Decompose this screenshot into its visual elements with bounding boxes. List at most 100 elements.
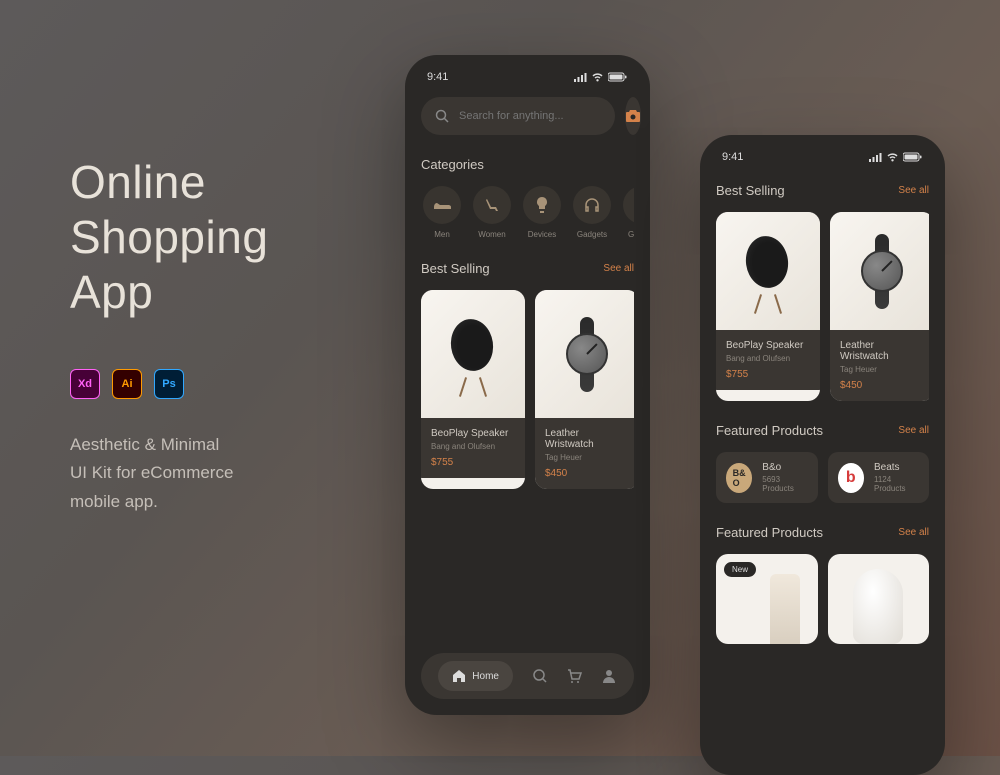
headphones-icon xyxy=(584,197,600,213)
product-card-speaker[interactable]: BeoPlay Speaker Bang and Olufsen $755 xyxy=(421,290,525,489)
new-badge: New xyxy=(724,562,756,577)
product-brand: Bang and Olufsen xyxy=(726,354,810,363)
search-bar[interactable] xyxy=(421,97,615,135)
see-all-link[interactable]: See all xyxy=(898,527,929,538)
product-image xyxy=(853,569,903,644)
camera-button[interactable] xyxy=(625,97,641,135)
adobe-ps-icon: Ps xyxy=(154,369,184,399)
categories-title: Categories xyxy=(421,157,484,172)
status-bar: 9:41 xyxy=(405,55,650,93)
title-line-1: Online xyxy=(70,155,370,210)
product-brand: Bang and Olufsen xyxy=(431,442,515,451)
search-input[interactable] xyxy=(459,110,601,122)
status-bar: 9:41 xyxy=(700,135,945,173)
featured-products-title: Featured Products xyxy=(716,525,823,540)
phone-mockup-1: 9:41 Categories Men Women Devices Gadget… xyxy=(405,55,650,715)
see-all-link[interactable]: See all xyxy=(898,425,929,436)
heel-icon xyxy=(484,197,500,213)
product-price: $450 xyxy=(840,380,924,391)
watch-image xyxy=(857,234,907,309)
product-brand: Tag Heuer xyxy=(545,453,629,462)
category-label: Men xyxy=(434,230,450,239)
best-selling-section: Best Selling See all BeoPlay Speaker Ban… xyxy=(405,261,650,489)
nav-profile-icon[interactable] xyxy=(601,668,617,684)
best-selling-section-2: Best Selling See all BeoPlay Speaker Ban… xyxy=(700,183,945,401)
title-line-3: App xyxy=(70,265,370,320)
featured-card-2[interactable] xyxy=(828,554,930,644)
brand-card-bo[interactable]: B&O B&o 5693 Products xyxy=(716,452,818,503)
product-name: BeoPlay Speaker xyxy=(431,428,515,439)
featured-brands-section: Featured Products See all B&O B&o 5693 P… xyxy=(700,423,945,503)
product-name: Leather Wristwatch xyxy=(840,340,924,362)
title-line-2: Shopping xyxy=(70,210,370,265)
hero-description: Aesthetic & Minimal UI Kit for eCommerce… xyxy=(70,431,370,518)
brand-sub: 5693 Products xyxy=(762,475,807,493)
brand-beats-icon: b xyxy=(838,463,864,493)
battery-icon xyxy=(903,152,923,162)
desc-line-1: Aesthetic & Minimal xyxy=(70,431,370,460)
bottom-nav: Home xyxy=(421,653,634,699)
nav-search-icon[interactable] xyxy=(532,668,548,684)
best-selling-title: Best Selling xyxy=(716,183,785,198)
hero-title: Online Shopping App xyxy=(70,155,370,321)
nav-cart-icon[interactable] xyxy=(566,668,582,684)
product-card-watch[interactable]: Leather Wristwatch Tag Heuer $450 xyxy=(830,212,929,401)
category-men[interactable]: Men xyxy=(421,186,463,239)
featured-card-1[interactable]: New xyxy=(716,554,818,644)
home-icon xyxy=(452,669,466,683)
adobe-ai-icon: Ai xyxy=(112,369,142,399)
product-name: Leather Wristwatch xyxy=(545,428,629,450)
nav-home[interactable]: Home xyxy=(438,661,513,691)
category-label: Gaming xyxy=(628,230,634,239)
product-price: $450 xyxy=(545,468,629,479)
category-label: Devices xyxy=(528,230,556,239)
category-gaming[interactable]: Gaming xyxy=(621,186,634,239)
search-icon xyxy=(435,109,449,123)
status-icons xyxy=(868,152,923,162)
brand-name: Beats xyxy=(874,462,919,473)
brand-bo-icon: B&O xyxy=(726,463,752,493)
featured-brands-title: Featured Products xyxy=(716,423,823,438)
see-all-link[interactable]: See all xyxy=(603,263,634,274)
best-selling-title: Best Selling xyxy=(421,261,490,276)
status-time: 9:41 xyxy=(722,151,743,163)
wifi-icon xyxy=(886,152,899,162)
adobe-xd-icon: Xd xyxy=(70,369,100,399)
brand-name: B&o xyxy=(762,462,807,473)
category-devices[interactable]: Devices xyxy=(521,186,563,239)
featured-products-section: Featured Products See all New xyxy=(700,525,945,644)
product-card-watch[interactable]: Leather Wristwatch Tag Heuer $450 xyxy=(535,290,634,489)
product-brand: Tag Heuer xyxy=(840,365,924,374)
product-price: $755 xyxy=(431,457,515,468)
brand-card-beats[interactable]: b Beats 1124 Products xyxy=(828,452,930,503)
bulb-icon xyxy=(536,196,548,214)
phone-mockup-2: 9:41 Best Selling See all BeoPlay Speake… xyxy=(700,135,945,775)
product-image xyxy=(770,574,800,644)
hero-section: Online Shopping App Xd Ai Ps Aesthetic &… xyxy=(70,155,370,517)
sneaker-icon xyxy=(432,199,452,211)
desc-line-3: mobile app. xyxy=(70,488,370,517)
nav-home-label: Home xyxy=(472,671,499,682)
signal-icon xyxy=(573,72,587,82)
categories-section: Categories Men Women Devices Gadgets Gam… xyxy=(405,157,650,239)
tool-icons: Xd Ai Ps xyxy=(70,369,370,399)
status-time: 9:41 xyxy=(427,71,448,83)
category-women[interactable]: Women xyxy=(471,186,513,239)
watch-image xyxy=(562,317,612,392)
see-all-link[interactable]: See all xyxy=(898,185,929,196)
category-label: Gadgets xyxy=(577,230,607,239)
product-name: BeoPlay Speaker xyxy=(726,340,810,351)
desc-line-2: UI Kit for eCommerce xyxy=(70,459,370,488)
category-label: Women xyxy=(478,230,505,239)
brand-sub: 1124 Products xyxy=(874,475,919,493)
gamepad-icon xyxy=(632,199,634,211)
camera-icon xyxy=(625,109,641,123)
status-icons xyxy=(573,72,628,82)
signal-icon xyxy=(868,152,882,162)
speaker-image xyxy=(451,319,496,389)
speaker-image xyxy=(746,236,791,306)
product-card-speaker[interactable]: BeoPlay Speaker Bang and Olufsen $755 xyxy=(716,212,820,401)
wifi-icon xyxy=(591,72,604,82)
product-price: $755 xyxy=(726,369,810,380)
category-gadgets[interactable]: Gadgets xyxy=(571,186,613,239)
